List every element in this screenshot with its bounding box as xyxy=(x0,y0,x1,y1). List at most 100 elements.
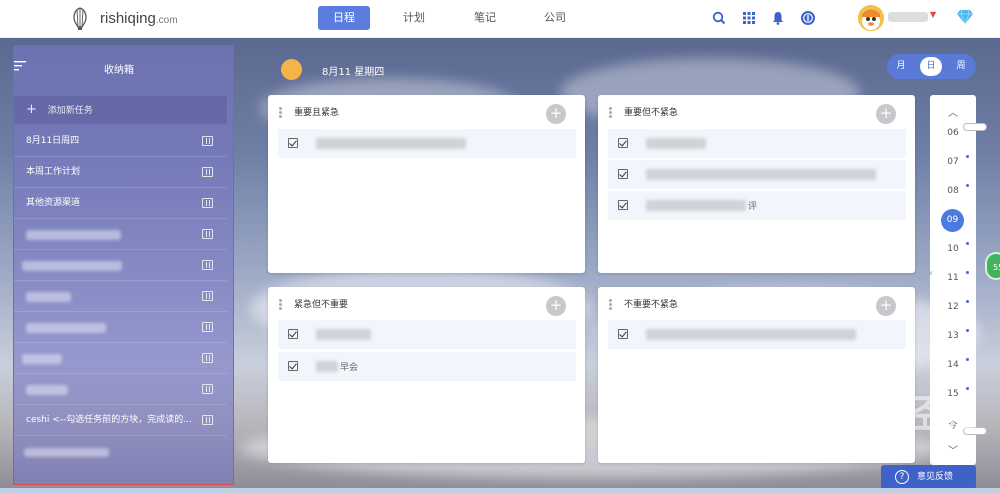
add-task-button[interactable]: + 添加新任务 xyxy=(14,96,227,124)
view-day-button[interactable]: 日 xyxy=(920,57,942,76)
tab-company[interactable]: 公司 xyxy=(534,6,576,30)
top-header: rishiqing.com 日程 计划 笔记 公司 ▼ xyxy=(0,0,1000,38)
avatar[interactable] xyxy=(858,5,884,31)
blurred-label xyxy=(26,323,106,333)
view-month-button[interactable]: 月 xyxy=(890,57,912,76)
tab-schedule[interactable]: 日程 xyxy=(318,6,370,30)
sidebar-item[interactable] xyxy=(14,312,227,343)
floating-badge[interactable]: 55 xyxy=(985,252,1000,280)
apps-grid-icon[interactable] xyxy=(741,10,757,26)
hour-label[interactable]: 12 xyxy=(939,302,967,312)
current-date: 8月11 星期四 xyxy=(322,67,385,78)
blurred-label xyxy=(26,292,71,302)
board-icon[interactable] xyxy=(202,353,213,363)
hour-label[interactable]: 08 xyxy=(939,186,967,196)
board-icon[interactable] xyxy=(202,167,213,177)
view-toggle: 月 日 周 xyxy=(887,54,976,79)
event-dot xyxy=(966,184,969,187)
blurred-task-text xyxy=(316,138,466,149)
hour-label[interactable]: 14 xyxy=(939,360,967,370)
sidebar-item[interactable] xyxy=(14,219,227,250)
logo-icon[interactable] xyxy=(70,7,90,31)
chevron-up-icon[interactable]: ︿ xyxy=(946,104,960,119)
task-item[interactable] xyxy=(608,320,906,349)
checkbox[interactable] xyxy=(288,329,298,339)
add-task-plus-button[interactable]: + xyxy=(876,104,896,124)
task-item[interactable]: 评 xyxy=(608,191,906,220)
user-name-blurred[interactable] xyxy=(888,12,928,22)
menu-collapse-icon[interactable] xyxy=(14,60,28,72)
checkbox[interactable] xyxy=(618,138,628,148)
sidebar-item[interactable] xyxy=(14,436,227,467)
sidebar-item[interactable]: 本周工作计划 xyxy=(14,157,227,188)
checkbox[interactable] xyxy=(288,361,298,371)
checkbox[interactable] xyxy=(618,169,628,179)
event-dot xyxy=(966,358,969,361)
sidebar-item[interactable] xyxy=(14,343,227,374)
drag-handle-icon[interactable] xyxy=(279,107,282,119)
sidebar-item[interactable] xyxy=(14,374,227,405)
task-item[interactable] xyxy=(278,129,576,158)
bell-icon[interactable] xyxy=(770,10,786,26)
board-icon[interactable] xyxy=(202,384,213,394)
task-item[interactable] xyxy=(278,320,576,349)
coin-icon[interactable] xyxy=(800,10,816,26)
blurred-label xyxy=(26,385,68,395)
hour-label[interactable]: 10 xyxy=(939,244,967,254)
quadrant-title: 紧急但不重要 xyxy=(294,300,349,310)
hour-label[interactable]: 06 xyxy=(939,128,967,138)
blurred-label xyxy=(26,230,121,240)
sidebar-item[interactable]: 其他资源渠道 xyxy=(14,188,227,219)
board-icon[interactable] xyxy=(202,322,213,332)
board-icon[interactable] xyxy=(202,229,213,239)
hour-label-current[interactable]: 09 xyxy=(941,209,964,232)
sidebar-item-label: 其他资源渠道 xyxy=(26,198,81,208)
range-handle-top[interactable] xyxy=(963,123,987,131)
add-task-plus-button[interactable]: + xyxy=(546,104,566,124)
drag-handle-icon[interactable] xyxy=(609,299,612,311)
inbox-sidebar: 收纳箱 + 添加新任务 8月11日周四 本周工作计划 其他资源渠道 ceshi … xyxy=(13,45,234,485)
drag-handle-icon[interactable] xyxy=(609,107,612,119)
event-dot xyxy=(966,329,969,332)
board-icon[interactable] xyxy=(202,136,213,146)
search-icon[interactable] xyxy=(711,10,727,26)
hour-label[interactable]: 11 xyxy=(939,273,967,283)
watermark-logo: Bai du 经验 xyxy=(766,394,978,436)
blurred-label xyxy=(24,448,109,457)
task-item[interactable] xyxy=(608,160,906,189)
board-icon[interactable] xyxy=(202,198,213,208)
weather-sun-icon xyxy=(281,59,302,80)
checkbox[interactable] xyxy=(288,138,298,148)
hour-label[interactable]: 07 xyxy=(939,157,967,167)
add-task-plus-button[interactable]: + xyxy=(876,296,896,316)
sidebar-title: 收纳箱 xyxy=(104,65,134,76)
event-dot xyxy=(966,271,969,274)
sidebar-item[interactable] xyxy=(14,281,227,312)
checkbox[interactable] xyxy=(618,200,628,210)
tab-plan[interactable]: 计划 xyxy=(393,6,435,30)
chevron-down-icon[interactable]: ﹀ xyxy=(946,442,960,457)
hour-label[interactable]: 13 xyxy=(939,331,967,341)
sidebar-item[interactable]: ceshi <--勾选任务前的方块，完成读的... xyxy=(14,405,227,436)
board-icon[interactable] xyxy=(202,260,213,270)
user-menu-caret-icon[interactable]: ▼ xyxy=(930,10,936,19)
checkbox[interactable] xyxy=(618,329,628,339)
quadrant-title: 重要且紧急 xyxy=(294,108,340,118)
sidebar-item[interactable]: 8月11日周四 xyxy=(14,126,227,157)
drag-handle-icon[interactable] xyxy=(279,299,282,311)
task-item[interactable] xyxy=(608,129,906,158)
blurred-task-text xyxy=(646,200,746,211)
chevron-left-icon[interactable]: ‹ xyxy=(929,268,933,279)
board-icon[interactable] xyxy=(202,291,213,301)
vip-diamond-icon[interactable] xyxy=(956,9,974,25)
sidebar-item-label: 8月11日周四 xyxy=(26,136,80,146)
feedback-button[interactable]: ? 意见反馈 xyxy=(881,465,976,490)
add-task-plus-button[interactable]: + xyxy=(546,296,566,316)
sidebar-item-label: ceshi <--勾选任务前的方块，完成读的... xyxy=(26,415,192,425)
logo-text[interactable]: rishiqing.com xyxy=(100,10,178,27)
board-icon[interactable] xyxy=(202,415,213,425)
sidebar-item[interactable] xyxy=(14,250,227,281)
task-item[interactable]: 早会 xyxy=(278,352,576,381)
tab-notes[interactable]: 笔记 xyxy=(464,6,506,30)
view-week-button[interactable]: 周 xyxy=(950,57,972,76)
